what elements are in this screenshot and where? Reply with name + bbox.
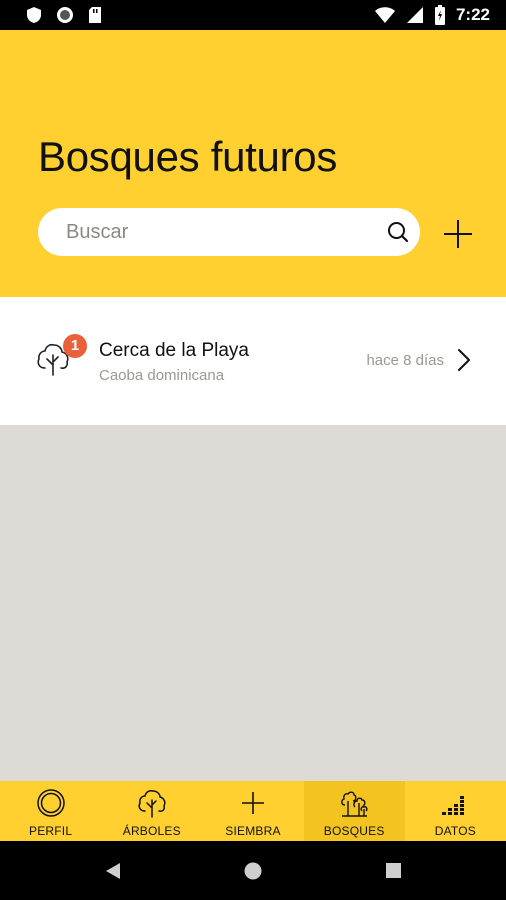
signal-icon [406,7,423,23]
status-bar: 7:22 [0,0,506,30]
wifi-icon [374,7,395,23]
search-input[interactable] [66,208,376,256]
status-time: 7:22 [455,5,490,24]
recents-icon[interactable] [385,862,402,879]
circle-icon [57,7,73,23]
home-icon[interactable] [243,861,263,881]
nav-item-bosques[interactable]: BOSQUES [303,781,405,841]
tree-icon [138,790,166,818]
nav-label: BOSQUES [323,824,385,838]
profile-rings-icon [36,789,65,817]
page-title: Bosques futuros [38,133,338,180]
nav-item-datos[interactable]: DATOS [405,781,506,841]
android-navigation-bar [0,841,506,900]
notification-badge: 1 [63,334,87,358]
nav-item-siembra[interactable]: SIEMBRA [202,781,303,841]
nav-item-arboles[interactable]: ÁRBOLES [101,781,202,841]
back-icon[interactable] [104,861,122,881]
sd-card-icon [89,7,101,23]
nav-label: SIEMBRA [225,824,281,838]
add-forest-button[interactable] [440,216,476,252]
status-right-icons: 7:22 [374,5,490,25]
forest-icon [341,791,368,817]
list-item-timestamp: hace 8 días [366,352,444,369]
list-item-title: Cerca de la Playa [99,340,249,361]
plus-icon [241,792,264,814]
battery-icon [434,5,445,25]
content-area: 1 Cerca de la Playa Caoba dominicana hac… [0,297,506,781]
search-icon[interactable] [386,220,410,244]
list-item-subtitle: Caoba dominicana [99,367,225,384]
nav-label: ÁRBOLES [122,824,181,838]
forest-list-item[interactable]: 1 Cerca de la Playa Caoba dominicana hac… [0,297,506,425]
nav-label: PERFIL [28,824,73,838]
nav-item-perfil[interactable]: PERFIL [0,781,101,841]
shield-icon [27,7,41,23]
chevron-right-icon [458,349,470,371]
search-box[interactable] [38,208,420,256]
status-left-icons [26,6,102,24]
nav-label: DATOS [434,824,476,838]
bar-chart-icon [442,796,465,815]
bottom-navigation: PERFIL ÁRBOLES SIEMBRA BOSQUES DATOS [0,781,506,841]
header: Bosques futuros [0,30,506,297]
